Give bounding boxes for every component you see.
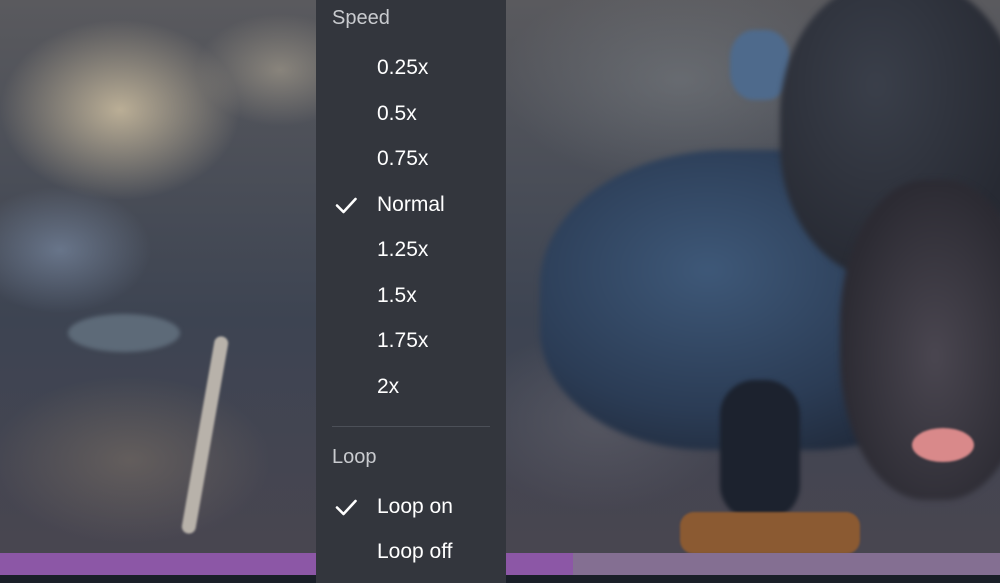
loop-option-on[interactable]: Loop on — [316, 486, 506, 528]
loop-option-label: Loop off — [377, 540, 453, 563]
check-icon — [334, 540, 358, 564]
check-icon — [334, 495, 358, 519]
check-icon — [334, 375, 358, 399]
video-dog-mouth — [912, 428, 974, 462]
menu-divider — [332, 426, 490, 427]
speed-option-1-75x[interactable]: 1.75x — [316, 320, 506, 362]
speed-option-label: 2x — [377, 375, 400, 398]
loop-option-label: Loop on — [377, 495, 453, 518]
speed-option-0-25x[interactable]: 0.25x — [316, 47, 506, 89]
video-brown-rock — [680, 512, 860, 554]
check-icon — [334, 56, 358, 80]
video-dog-leg — [720, 380, 800, 520]
settings-menu: Speed 0.25x 0.5x 0.75x Normal 1.25x 1.5x… — [316, 0, 506, 583]
check-icon — [334, 147, 358, 171]
speed-option-0-5x[interactable]: 0.5x — [316, 93, 506, 135]
loop-option-off[interactable]: Loop off — [316, 531, 506, 573]
speed-option-2x[interactable]: 2x — [316, 366, 506, 408]
video-stick — [180, 335, 230, 535]
speed-option-label: 0.75x — [377, 147, 429, 170]
check-icon — [334, 284, 358, 308]
check-icon — [334, 102, 358, 126]
speed-option-normal[interactable]: Normal — [316, 184, 506, 226]
speed-option-label: 1.5x — [377, 284, 417, 307]
speed-option-label: Normal — [377, 193, 445, 216]
speed-option-label: 1.25x — [377, 238, 429, 261]
speed-option-label: 0.25x — [377, 56, 429, 79]
check-icon — [334, 193, 358, 217]
speed-option-0-75x[interactable]: 0.75x — [316, 138, 506, 180]
speed-section-header: Speed — [332, 7, 390, 29]
speed-option-1-5x[interactable]: 1.5x — [316, 275, 506, 317]
check-icon — [334, 238, 358, 262]
loop-section-header: Loop — [332, 446, 377, 468]
check-icon — [334, 329, 358, 353]
video-stone — [68, 314, 180, 352]
speed-option-label: 0.5x — [377, 102, 417, 125]
speed-option-label: 1.75x — [377, 329, 429, 352]
speed-option-1-25x[interactable]: 1.25x — [316, 229, 506, 271]
